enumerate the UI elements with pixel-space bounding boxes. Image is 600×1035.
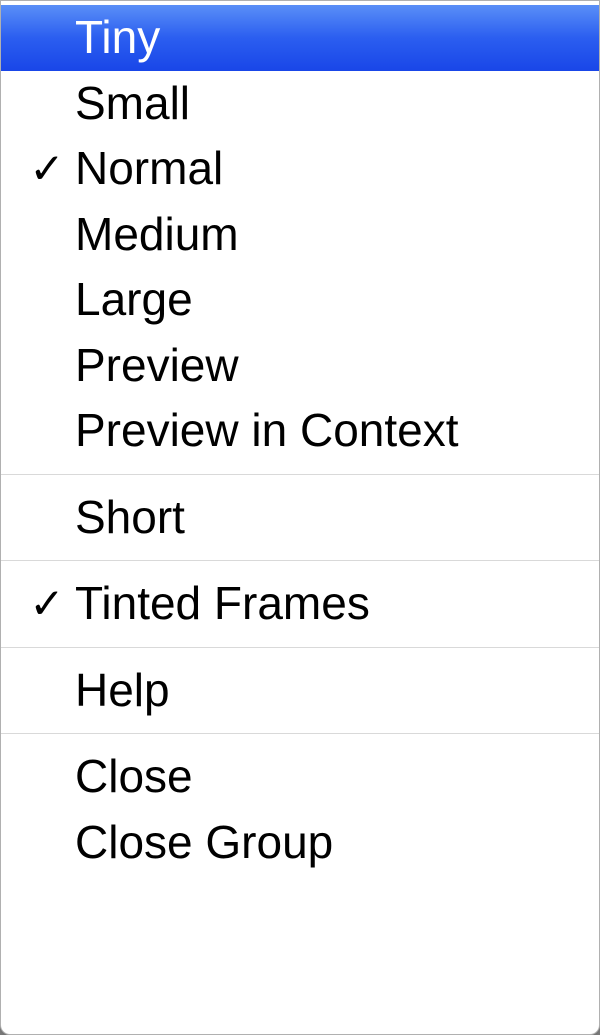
menu-item-tiny[interactable]: Tiny	[1, 5, 599, 71]
menu-item-small[interactable]: Small	[1, 71, 599, 137]
menu-separator	[1, 560, 599, 561]
menu-item-label: Preview	[75, 337, 239, 395]
menu-item-short[interactable]: Short	[1, 485, 599, 551]
menu-item-label: Preview in Context	[75, 402, 459, 460]
menu-item-label: Normal	[75, 140, 223, 198]
checkmark-icon: ✓	[19, 143, 75, 196]
menu-separator	[1, 733, 599, 734]
menu-item-label: Small	[75, 75, 190, 133]
menu-separator	[1, 647, 599, 648]
menu-item-label: Close	[75, 748, 193, 806]
menu-item-label: Short	[75, 489, 185, 547]
menu-item-preview-in-context[interactable]: Preview in Context	[1, 398, 599, 464]
menu-item-close-group[interactable]: Close Group	[1, 810, 599, 876]
menu-item-preview[interactable]: Preview	[1, 333, 599, 399]
menu-item-tinted-frames[interactable]: ✓ Tinted Frames	[1, 571, 599, 637]
menu-item-label: Medium	[75, 206, 239, 264]
menu-item-label: Tiny	[75, 9, 160, 67]
menu-item-label: Large	[75, 271, 193, 329]
context-menu: Tiny Small ✓ Normal Medium Large Preview…	[0, 0, 600, 1035]
menu-item-help[interactable]: Help	[1, 658, 599, 724]
menu-item-label: Help	[75, 662, 170, 720]
checkmark-icon: ✓	[19, 578, 75, 631]
menu-item-label: Close Group	[75, 814, 333, 872]
menu-item-medium[interactable]: Medium	[1, 202, 599, 268]
menu-separator	[1, 474, 599, 475]
menu-item-large[interactable]: Large	[1, 267, 599, 333]
menu-item-normal[interactable]: ✓ Normal	[1, 136, 599, 202]
menu-item-label: Tinted Frames	[75, 575, 370, 633]
menu-item-close[interactable]: Close	[1, 744, 599, 810]
